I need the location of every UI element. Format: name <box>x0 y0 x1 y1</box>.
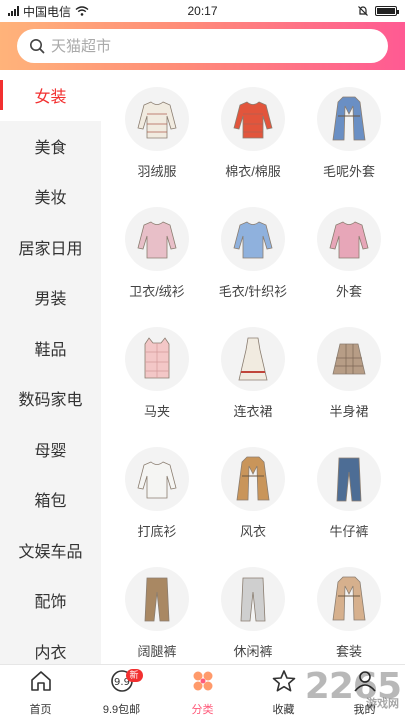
user-icon <box>352 669 378 698</box>
status-left: 中国电信 <box>8 3 357 20</box>
tab-label: 收藏 <box>272 703 295 716</box>
subcategory-item[interactable]: 毛衣/针织衫 <box>205 207 301 327</box>
subcategory-item[interactable]: 马夹 <box>109 327 205 447</box>
subcategory-item[interactable]: 阔腿裤 <box>109 567 205 664</box>
sidebar-item[interactable]: 鞋品 <box>0 323 101 374</box>
subcategory-label: 马夹 <box>143 404 170 419</box>
subcategory-grid: 羽绒服 棉衣/棉服 毛呢外套卫衣/绒衫 毛衣/针织衫 外套马夹 连衣裙 半身裙打底衫 风衣 牛仔… <box>101 70 405 664</box>
subcategory-panel: 羽绒服 棉衣/棉服 毛呢外套卫衣/绒衫 毛衣/针织衫 外套马夹 连衣裙 半身裙打底衫 风衣 牛仔… <box>101 70 405 664</box>
subcategory-item[interactable]: 连衣裙 <box>205 327 301 447</box>
subcategory-label: 风衣 <box>239 524 266 539</box>
bottom-tab-bar: 首页 9.9 新 9.9包邮 分类 收藏 我的 <box>0 664 405 720</box>
subcategory-item[interactable]: 打底衫 <box>109 447 205 567</box>
subcategory-item[interactable]: 羽绒服 <box>109 87 205 207</box>
subcategory-item[interactable]: 卫衣/绒衫 <box>109 207 205 327</box>
subcategory-label: 牛仔裤 <box>329 524 369 539</box>
subcategory-label: 卫衣/绒衫 <box>129 284 185 299</box>
cotton-coat-icon <box>221 87 285 151</box>
subcategory-label: 毛呢外套 <box>322 164 375 179</box>
sidebar-item[interactable]: 内衣 <box>0 626 101 665</box>
sidebar-item[interactable]: 母婴 <box>0 424 101 475</box>
subcategory-item[interactable]: 休闲裤 <box>205 567 301 664</box>
wide-pants-icon <box>125 567 189 631</box>
subcategory-label: 外套 <box>335 284 362 299</box>
battery-icon <box>375 6 399 16</box>
subcategory-item[interactable]: 风衣 <box>205 447 301 567</box>
subcategory-label: 阔腿裤 <box>137 644 177 659</box>
subcategory-label: 毛衣/针织衫 <box>218 284 288 299</box>
subcategory-item[interactable]: 半身裙 <box>301 327 397 447</box>
dress-icon <box>221 327 285 391</box>
subcategory-label: 羽绒服 <box>137 164 177 179</box>
tab-item[interactable]: 分类 <box>162 665 243 720</box>
skirt-icon <box>317 327 381 391</box>
sidebar-item[interactable]: 箱包 <box>0 474 101 525</box>
subcategory-item[interactable]: 牛仔裤 <box>301 447 397 567</box>
new-badge: 新 <box>125 669 143 682</box>
subcategory-label: 棉衣/棉服 <box>225 164 281 179</box>
subcategory-label: 套装 <box>335 644 362 659</box>
vest-icon <box>125 327 189 391</box>
sidebar-item[interactable]: 数码家电 <box>0 373 101 424</box>
sidebar-item[interactable]: 居家日用 <box>0 222 101 273</box>
subcategory-item[interactable]: 毛呢外套 <box>301 87 397 207</box>
search-input[interactable] <box>51 37 376 55</box>
sweater-icon <box>221 207 285 271</box>
suit-set-icon <box>317 567 381 631</box>
signal-icon <box>8 6 19 16</box>
sidebar-item[interactable]: 男装 <box>0 272 101 323</box>
casual-pants-icon <box>221 567 285 631</box>
subcategory-label: 打底衫 <box>137 524 177 539</box>
sidebar-item[interactable]: 美妆 <box>0 171 101 222</box>
tab-item[interactable]: 首页 <box>0 665 81 720</box>
subcategory-item[interactable]: 套装 <box>301 567 397 664</box>
jeans-icon <box>317 447 381 511</box>
tab-label: 我的 <box>353 703 376 716</box>
down-jacket-icon <box>125 87 189 151</box>
sidebar-item[interactable]: 配饰 <box>0 575 101 626</box>
tab-item[interactable]: 我的 <box>324 665 405 720</box>
search-icon <box>30 39 45 54</box>
silent-bell-icon <box>358 6 368 16</box>
sidebar-item[interactable]: 文娱车品 <box>0 525 101 576</box>
category-sidebar: 女装 美食 美妆 居家日用 男装 鞋品 数码家电 母婴 箱包 文娱车品 配饰 内衣 <box>0 70 101 664</box>
sweatshirt-icon <box>125 207 189 271</box>
subcategory-label: 半身裙 <box>329 404 369 419</box>
tab-label: 首页 <box>29 703 52 716</box>
trench-coat-icon <box>221 447 285 511</box>
subcategory-label: 休闲裤 <box>233 644 273 659</box>
wool-coat-icon <box>317 87 381 151</box>
subcategory-item[interactable]: 外套 <box>301 207 397 327</box>
tab-label: 9.9包邮 <box>102 703 141 716</box>
carrier-label: 中国电信 <box>23 4 72 19</box>
jacket-icon <box>317 207 381 271</box>
status-bar: 中国电信 20:17 <box>0 0 405 22</box>
turtleneck-icon <box>125 447 189 511</box>
home-icon <box>28 669 54 698</box>
sidebar-item[interactable]: 美食 <box>0 121 101 172</box>
status-right <box>357 5 399 17</box>
tab-label: 分类 <box>191 703 214 716</box>
search-bar[interactable] <box>17 29 388 63</box>
tab-item[interactable]: 收藏 <box>243 665 324 720</box>
wifi-icon <box>75 6 89 16</box>
sidebar-item[interactable]: 女装 <box>0 70 101 121</box>
category-icon <box>190 669 216 698</box>
subcategory-label: 连衣裙 <box>233 404 273 419</box>
tab-item[interactable]: 9.9 新 9.9包邮 <box>81 665 162 720</box>
subcategory-item[interactable]: 棉衣/棉服 <box>205 87 301 207</box>
star-icon <box>271 669 297 698</box>
search-header <box>0 22 405 70</box>
